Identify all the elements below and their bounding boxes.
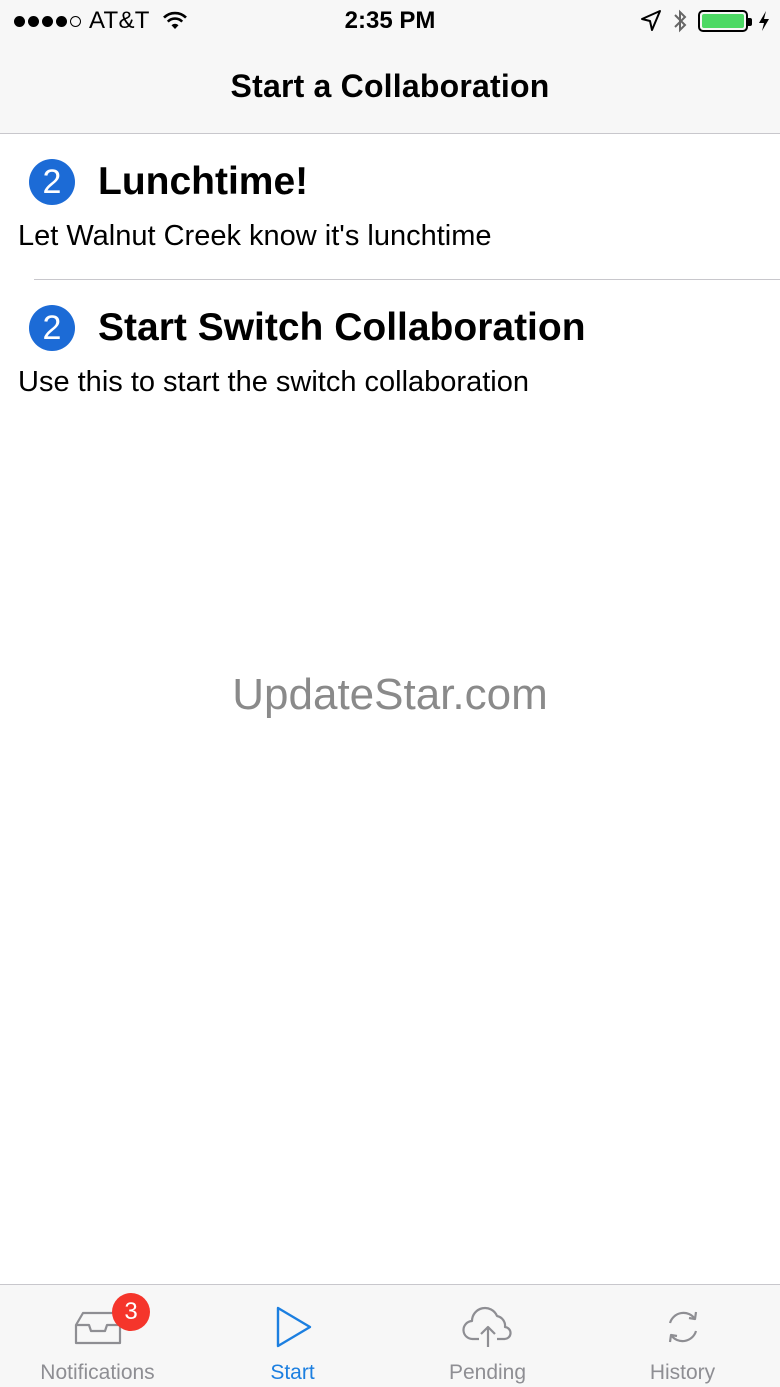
tab-pending[interactable]: Pending [390, 1285, 585, 1387]
list-item-lunchtime[interactable]: 2 Lunchtime! Let Walnut Creek know it's … [0, 134, 780, 280]
watermark: UpdateStar.com [232, 670, 548, 719]
count-badge: 2 [29, 305, 75, 351]
tab-label: Pending [448, 1361, 527, 1384]
list-item-title: Lunchtime! [98, 160, 309, 203]
battery-icon [698, 10, 752, 32]
location-arrow-icon [641, 10, 661, 31]
tab-label: Start [270, 1361, 315, 1384]
tab-label: History [649, 1361, 716, 1384]
notification-count-badge: 3 [112, 1293, 150, 1331]
tab-notifications[interactable]: 3 Notifications [0, 1285, 195, 1387]
tab-label: Notifications [40, 1361, 155, 1384]
cloud-upload-icon [461, 1306, 512, 1347]
bluetooth-icon [674, 9, 687, 33]
status-bar: AT&T 2:35 PM [0, 0, 780, 42]
status-right [640, 8, 770, 34]
list-item-subtitle: Use this to start the switch collaborati… [18, 366, 529, 398]
navigation-bar: Start a Collaboration [0, 42, 780, 134]
tab-start[interactable]: Start [195, 1285, 390, 1387]
battery-fill [702, 14, 744, 28]
list-item-subtitle: Let Walnut Creek know it's lunchtime [18, 220, 492, 252]
page-title: Start a Collaboration [230, 68, 550, 104]
collaboration-list: 2 Lunchtime! Let Walnut Creek know it's … [0, 134, 780, 426]
refresh-icon [668, 1311, 697, 1343]
tab-history[interactable]: History [585, 1285, 780, 1387]
tab-bar: 3 Notifications Start Pending History [0, 1284, 780, 1387]
list-item-title: Start Switch Collaboration [98, 306, 586, 349]
list-item-start-switch[interactable]: 2 Start Switch Collaboration Use this to… [0, 280, 780, 426]
charging-bolt-icon [759, 11, 769, 31]
play-icon [276, 1306, 311, 1348]
count-badge: 2 [29, 159, 75, 205]
